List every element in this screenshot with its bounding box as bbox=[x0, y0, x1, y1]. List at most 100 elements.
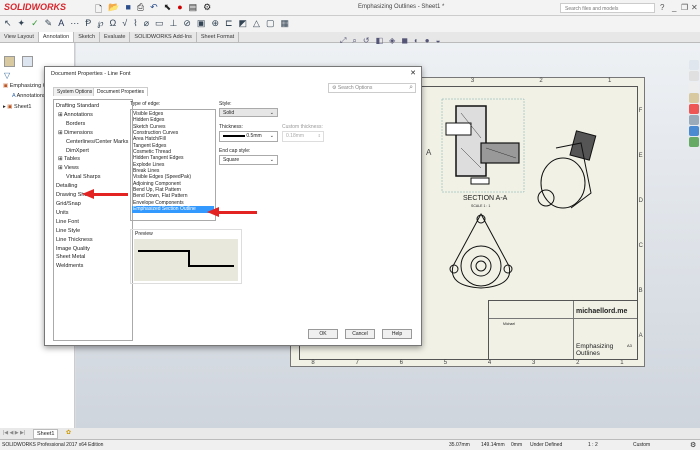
tree-item-virtual-sharps[interactable]: Virtual Sharps bbox=[56, 173, 130, 182]
style-select[interactable]: Solid ⌄ bbox=[219, 108, 278, 117]
solidworks-forum-icon[interactable] bbox=[689, 126, 699, 136]
tab-system-options[interactable]: System Options bbox=[53, 87, 97, 96]
search-options-input[interactable]: ⚙ Search Options ⌕ bbox=[328, 83, 416, 93]
center-mark-icon[interactable]: ⊕ bbox=[211, 18, 219, 29]
format-painter-icon[interactable]: ✎ bbox=[45, 18, 53, 29]
search-icon[interactable]: ⌕ bbox=[409, 84, 413, 92]
edge-type-list[interactable]: Visible Edges Hidden Edges Sketch Curves… bbox=[130, 109, 216, 221]
tables-icon[interactable]: ▦ bbox=[280, 18, 289, 29]
geometric-tolerance-icon[interactable]: ▭ bbox=[155, 18, 164, 29]
cancel-button[interactable]: Cancel bbox=[345, 329, 375, 339]
sheet-nav-arrows[interactable]: |◀ ◀ ▶ ▶| bbox=[3, 430, 25, 436]
tree-item-units[interactable]: Units bbox=[56, 209, 130, 218]
note-icon[interactable]: A bbox=[58, 18, 64, 29]
hide-show-icon[interactable]: ◐ bbox=[414, 36, 419, 46]
balloon-icon[interactable]: Ᵽ bbox=[85, 18, 91, 29]
tab-evaluate[interactable]: Evaluate bbox=[100, 32, 131, 42]
tab-sheet-format[interactable]: Sheet Format bbox=[197, 32, 240, 42]
tree-item-line-font[interactable]: Line Font bbox=[56, 218, 130, 227]
appearance-icon[interactable]: ● bbox=[425, 36, 430, 46]
tab-annotation[interactable]: Annotation bbox=[38, 32, 75, 42]
section-view-a-a[interactable] bbox=[441, 98, 531, 193]
help-icon[interactable]: ? bbox=[660, 3, 664, 12]
linear-pattern-icon[interactable]: ⋯ bbox=[70, 18, 79, 29]
zoom-to-fit-icon[interactable]: ⤢ bbox=[340, 36, 346, 46]
magnetic-line-icon[interactable]: Ω bbox=[110, 18, 117, 29]
tree-item-views[interactable]: ⊞ Views bbox=[56, 164, 130, 173]
tree-item-borders[interactable]: Borders bbox=[56, 120, 130, 129]
ok-button[interactable]: OK bbox=[308, 329, 338, 339]
tab-sketch[interactable]: Sketch bbox=[74, 32, 101, 42]
restore-button[interactable]: ❐ bbox=[681, 3, 688, 12]
sheet-scale[interactable]: 1 : 2 bbox=[588, 442, 598, 448]
tab-document-properties[interactable]: Document Properties bbox=[93, 87, 148, 96]
tree-item-line-thickness[interactable]: Line Thickness bbox=[56, 236, 130, 245]
revision-symbol-icon[interactable]: ▢ bbox=[266, 18, 275, 29]
add-sheet-icon[interactable]: ✿ bbox=[66, 429, 71, 436]
auto-balloon-icon[interactable]: ℘ bbox=[97, 18, 103, 29]
unit-system[interactable]: Custom bbox=[633, 442, 650, 448]
column-number: 5 bbox=[443, 360, 448, 366]
tree-item-annotations[interactable]: ⊞ Annotations bbox=[56, 111, 130, 120]
tree-item-sheet-metal[interactable]: Sheet Metal bbox=[56, 253, 130, 262]
front-view[interactable] bbox=[439, 211, 524, 291]
custom-properties-icon[interactable] bbox=[689, 115, 699, 125]
end-cap-select[interactable]: Square ⌄ bbox=[219, 155, 278, 165]
centerline-icon[interactable]: ⊏ bbox=[225, 18, 233, 29]
section-view-icon[interactable]: ◧ bbox=[376, 36, 384, 46]
search-files-input[interactable]: Search files and models bbox=[560, 3, 655, 13]
tree-item-sheet1[interactable]: ▸ ▣ Sheet1 bbox=[3, 104, 31, 110]
tree-item-tables[interactable]: ⊞ Tables bbox=[56, 155, 130, 164]
scene-icon[interactable]: ◒ bbox=[436, 36, 441, 46]
tree-item-line-style[interactable]: Line Style bbox=[56, 227, 130, 236]
filter-icon[interactable]: ▽ bbox=[4, 71, 10, 80]
display-style-icon[interactable]: ◼ bbox=[401, 36, 408, 46]
list-item-selected[interactable]: Emphasized Section Outline bbox=[132, 206, 214, 213]
red-arrow-edge bbox=[217, 211, 257, 214]
smart-dimension-icon[interactable]: ↖ bbox=[4, 18, 12, 29]
property-manager-tab-icon[interactable] bbox=[22, 56, 33, 67]
surface-finish-icon[interactable]: √ bbox=[122, 18, 127, 29]
tab-view-layout[interactable]: View Layout bbox=[0, 32, 39, 42]
close-button[interactable]: ✕ bbox=[691, 3, 698, 12]
dialog-close-button[interactable]: ✕ bbox=[410, 69, 416, 77]
tree-item-grid-snap[interactable]: Grid/Snap bbox=[56, 200, 130, 209]
feature-manager-tab-icon[interactable] bbox=[4, 56, 15, 67]
tools-icon[interactable] bbox=[689, 137, 699, 147]
weld-symbol-icon[interactable]: ⌇ bbox=[133, 18, 137, 29]
tree-item-centerlines[interactable]: Centerlines/Center Marks bbox=[56, 138, 130, 147]
thickness-select[interactable]: 0.5mm ⌄ bbox=[219, 131, 278, 142]
tree-item-dimensions[interactable]: ⊞ Dimensions bbox=[56, 129, 130, 138]
tree-item-weldments[interactable]: Weldments bbox=[56, 262, 130, 271]
tree-item-annotations[interactable]: A Annotations bbox=[12, 93, 46, 99]
appearances-icon[interactable] bbox=[689, 104, 699, 114]
spell-check-icon[interactable]: ✓ bbox=[31, 18, 39, 29]
file-explorer-icon[interactable] bbox=[689, 82, 699, 92]
blocks-icon[interactable]: ▣ bbox=[197, 18, 206, 29]
tree-item-image-quality[interactable]: Image Quality bbox=[56, 245, 130, 254]
zoom-area-icon[interactable]: ⌕ bbox=[352, 36, 356, 46]
revision-cloud-icon[interactable]: △ bbox=[253, 18, 260, 29]
hole-callout-icon[interactable]: ⌀ bbox=[144, 18, 149, 29]
settings-icon[interactable]: ⚙ bbox=[690, 441, 696, 449]
model-items-icon[interactable]: ✦ bbox=[18, 18, 26, 29]
sheet-tab-sheet1[interactable]: Sheet1 bbox=[33, 429, 59, 439]
spinner-icon[interactable]: ⇕ bbox=[318, 133, 321, 138]
help-button[interactable]: Help bbox=[382, 329, 412, 339]
chevron-down-icon: ⌄ bbox=[269, 133, 274, 139]
datum-feature-icon[interactable]: ⊥ bbox=[170, 18, 178, 29]
datum-target-icon[interactable]: ⊘ bbox=[183, 18, 191, 29]
area-hatch-icon[interactable]: ◩ bbox=[239, 18, 248, 29]
minimize-button[interactable]: _ bbox=[672, 3, 676, 12]
document-properties-dialog: Document Properties - Line Font ✕ System… bbox=[44, 66, 422, 346]
resources-icon[interactable] bbox=[689, 71, 699, 81]
home-icon[interactable] bbox=[689, 60, 699, 70]
view-palette-icon[interactable] bbox=[689, 93, 699, 103]
view-orientation-icon[interactable]: ◈ bbox=[389, 36, 395, 46]
isometric-view[interactable] bbox=[531, 123, 601, 218]
tree-item-drafting-standard[interactable]: Drafting Standard bbox=[56, 102, 130, 111]
custom-thickness-input[interactable]: 0.18mm ⇕ bbox=[282, 131, 324, 142]
tree-item-dimxpert[interactable]: DimXpert bbox=[56, 147, 130, 156]
tab-add-ins[interactable]: SOLIDWORKS Add-Ins bbox=[130, 32, 197, 42]
previous-view-icon[interactable]: ↺ bbox=[363, 36, 370, 46]
